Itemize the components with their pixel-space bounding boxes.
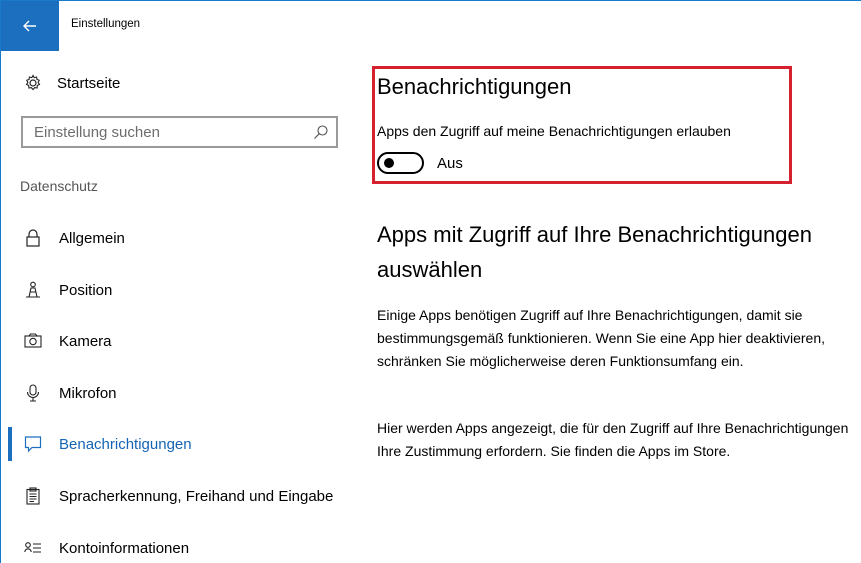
home-link[interactable]: Startseite bbox=[23, 72, 120, 94]
sidebar-item-spracherkennung[interactable]: Spracherkennung, Freihand und Eingabe bbox=[1, 476, 357, 516]
sidebar-item-kontoinformationen[interactable]: Kontoinformationen bbox=[1, 528, 357, 563]
search-box[interactable] bbox=[21, 116, 338, 148]
location-person-icon bbox=[23, 280, 43, 300]
sidebar-item-label: Benachrichtigungen bbox=[59, 435, 192, 453]
sidebar-item-label: Position bbox=[59, 281, 113, 299]
window-title: Einstellungen bbox=[71, 18, 141, 30]
main-content: Benachrichtigungen Apps den Zugriff auf … bbox=[357, 51, 861, 563]
sidebar-item-allgemein[interactable]: Allgemein bbox=[1, 218, 357, 258]
sidebar-item-label: Kamera bbox=[59, 332, 112, 350]
speech-bubble-icon bbox=[23, 434, 43, 454]
gear-icon bbox=[23, 73, 43, 93]
toggle-description: Apps den Zugriff auf meine Benachrichtig… bbox=[377, 123, 731, 139]
sidebar-item-mikrofon[interactable]: Mikrofon bbox=[1, 373, 357, 413]
description-paragraph-2: Hier werden Apps angezeigt, die für den … bbox=[377, 420, 849, 459]
sidebar-item-position[interactable]: Position bbox=[1, 270, 357, 310]
section-heading: Apps mit Zugriff auf Ihre Benachrichtigu… bbox=[377, 222, 812, 282]
toggle-knob bbox=[384, 158, 394, 168]
sidebar-item-label: Spracherkennung, Freihand und Eingabe bbox=[59, 487, 334, 505]
section-header: Datenschutz bbox=[20, 178, 98, 194]
title-bar: Einstellungen bbox=[1, 1, 861, 51]
sidebar-item-label: Kontoinformationen bbox=[59, 539, 190, 557]
arrow-left-icon bbox=[23, 20, 36, 32]
microphone-icon bbox=[23, 383, 43, 403]
back-button[interactable] bbox=[1, 1, 59, 51]
home-label: Startseite bbox=[57, 74, 121, 92]
toggle-state-label: Aus bbox=[437, 155, 463, 172]
settings-window: Einstellungen Startseite Datenschutz bbox=[0, 0, 861, 563]
selection-indicator bbox=[8, 427, 12, 461]
sidebar-item-label: Allgemein bbox=[59, 229, 125, 247]
sidebar-item-benachrichtigungen[interactable]: Benachrichtigungen bbox=[1, 424, 357, 464]
search-input[interactable] bbox=[23, 118, 308, 146]
page-title: Benachrichtigungen bbox=[377, 74, 572, 99]
clipboard-icon bbox=[23, 486, 43, 506]
search-icon[interactable] bbox=[312, 123, 330, 141]
sidebar-item-label: Mikrofon bbox=[59, 384, 117, 402]
sidebar-item-kamera[interactable]: Kamera bbox=[1, 321, 357, 361]
notifications-access-toggle[interactable] bbox=[377, 152, 424, 174]
description-paragraph-1: Einige Apps benötigen Zugriff auf Ihre B… bbox=[377, 307, 825, 369]
lock-icon bbox=[23, 228, 43, 248]
camera-icon bbox=[23, 331, 43, 351]
sidebar: Startseite Datenschutz Allgemein bbox=[1, 51, 357, 563]
account-info-icon bbox=[23, 538, 43, 558]
